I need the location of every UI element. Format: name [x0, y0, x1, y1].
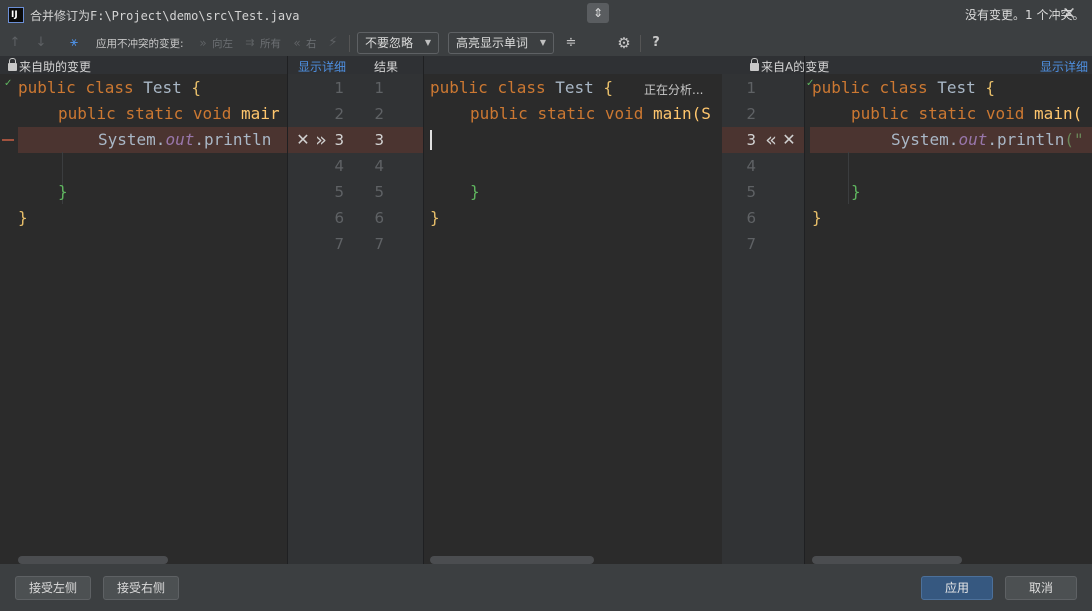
- right-show-details-link[interactable]: 显示详细: [1040, 58, 1088, 75]
- code-line-6: }: [470, 182, 480, 201]
- discard-right-change-icon[interactable]: ✕: [780, 127, 798, 153]
- line-number: 4: [746, 157, 756, 175]
- code-line-2: public static void main(: [851, 104, 1083, 123]
- line-number: 1: [746, 79, 756, 97]
- line-number: 6: [374, 209, 384, 227]
- apply-right-icon[interactable]: «: [291, 35, 303, 51]
- analyzing-status: 正在分析...: [644, 81, 704, 98]
- chevron-down-icon: ▼: [539, 38, 546, 47]
- status-text: 没有变更。1 个冲突。: [965, 8, 1085, 22]
- left-panel-header: 来自助的变更: [8, 58, 91, 75]
- accept-right-change-icon[interactable]: «: [762, 127, 780, 153]
- code-line-7: }: [812, 208, 822, 227]
- line-number: 3: [334, 131, 344, 149]
- discard-left-change-icon[interactable]: ✕: [294, 127, 312, 153]
- code-line-1: public class Test {: [812, 78, 996, 97]
- left-panel-title: 来自助的变更: [19, 60, 92, 74]
- left-center-gutter: ✕ » 1 2 3 4 5 6 7 1 2 3 4 5 6 7: [288, 74, 424, 564]
- panel-splitter[interactable]: [804, 56, 805, 564]
- code-line-6: }: [851, 182, 861, 201]
- code-line-6: }: [58, 182, 68, 201]
- conflict-marker: [2, 139, 14, 141]
- magic-wand-icon[interactable]: ⚡: [325, 35, 341, 51]
- line-number: 4: [334, 157, 344, 175]
- left-horizontal-scrollbar[interactable]: [18, 556, 168, 564]
- code-line-7: }: [430, 208, 440, 227]
- line-number: 6: [746, 209, 756, 227]
- left-show-details-link[interactable]: 显示详细: [298, 58, 346, 75]
- text-caret: [430, 130, 432, 150]
- highlight-mode-dropdown[interactable]: 高亮显示单词 ▼: [448, 32, 554, 54]
- help-icon[interactable]: ?: [649, 35, 663, 51]
- toolbar-separator: [349, 35, 350, 52]
- chevron-down-icon: ▼: [424, 38, 431, 47]
- highlight-mode-value: 高亮显示单词: [456, 36, 529, 50]
- magic-resolve-icon[interactable]: ⚹: [64, 35, 84, 51]
- lock-icon: [8, 58, 17, 71]
- indent-guide: [848, 152, 849, 204]
- code-line-1: public class Test {: [18, 78, 202, 97]
- code-line-7: }: [18, 208, 28, 227]
- line-number: 5: [746, 183, 756, 201]
- cancel-button[interactable]: 取消: [1005, 576, 1077, 600]
- lock-icon: [750, 58, 759, 71]
- line-number: 5: [334, 183, 344, 201]
- collapse-unchanged-icon[interactable]: ≑: [563, 35, 579, 51]
- center-panel-title: 结果: [374, 60, 399, 74]
- right-horizontal-scrollbar[interactable]: [812, 556, 962, 564]
- right-panel-header: 来自A的变更: [750, 58, 829, 75]
- line-number: 1: [334, 79, 344, 97]
- result-horizontal-scrollbar[interactable]: [430, 556, 594, 564]
- apply-all-label[interactable]: 所有: [260, 36, 281, 51]
- check-icon: ✓: [4, 78, 13, 89]
- code-line-2: public static void mair: [58, 104, 280, 123]
- center-right-gutter: 3 « ✕ 1 2 4 5 6 7: [722, 74, 804, 564]
- line-number: 3: [374, 131, 384, 149]
- panel-splitter[interactable]: [287, 56, 288, 564]
- arrow-down-icon[interactable]: ↓: [34, 35, 48, 51]
- accept-left-button[interactable]: 接受左侧: [15, 576, 91, 600]
- app-logo-icon: IJ: [8, 7, 24, 23]
- line-number: 2: [374, 105, 384, 123]
- line-number: 7: [374, 235, 384, 253]
- line-number: 2: [746, 105, 756, 123]
- left-editor[interactable]: ✓ public class Test { public static void…: [0, 74, 288, 564]
- ignore-whitespace-value: 不要忽略: [365, 36, 414, 50]
- arrow-up-icon[interactable]: ↑: [8, 35, 22, 51]
- apply-nonconflict-label: 应用不冲突的变更:: [96, 38, 184, 50]
- apply-left-label[interactable]: 向左: [212, 36, 233, 51]
- sync-scroll-toggle-icon[interactable]: ⇕: [587, 3, 609, 23]
- apply-right-label[interactable]: 右: [306, 36, 317, 51]
- toolbar: ↑ ↓ ⚹ 应用不冲突的变更: » 向左 ⇉ 所有 « 右 ⚡ 不要忽略 ▼ 高…: [0, 30, 1092, 56]
- line-number: 7: [334, 235, 344, 253]
- line-number: 4: [374, 157, 384, 175]
- line-number: 6: [334, 209, 344, 227]
- window-title: 合并修订为F:\Project\demo\src\Test.java: [30, 9, 300, 23]
- line-number: 2: [334, 105, 344, 123]
- apply-left-icon[interactable]: »: [197, 35, 209, 51]
- code-line-3: System.out.println(": [891, 130, 1084, 149]
- line-number: 7: [746, 235, 756, 253]
- line-number: 5: [374, 183, 384, 201]
- line-number: 1: [374, 79, 384, 97]
- line-number: 3: [746, 131, 756, 149]
- result-editor[interactable]: public class Test { 正在分析... public stati…: [424, 74, 722, 564]
- code-line-1: public class Test {: [430, 78, 614, 97]
- ignore-whitespace-dropdown[interactable]: 不要忽略 ▼: [357, 32, 439, 54]
- panel-header-row: [0, 56, 1092, 74]
- apply-button[interactable]: 应用: [921, 576, 993, 600]
- toolbar-separator: [640, 35, 641, 52]
- right-editor[interactable]: ✓ public class Test { public static void…: [804, 74, 1092, 564]
- right-panel-title: 来自A的变更: [761, 60, 830, 74]
- panel-splitter[interactable]: [423, 56, 424, 564]
- accept-right-button[interactable]: 接受右侧: [103, 576, 179, 600]
- gear-icon[interactable]: ⚙: [615, 35, 633, 51]
- code-line-2: public static void main(S: [470, 104, 711, 123]
- apply-all-icon[interactable]: ⇉: [242, 35, 258, 51]
- code-line-3: System.out.println: [98, 130, 272, 149]
